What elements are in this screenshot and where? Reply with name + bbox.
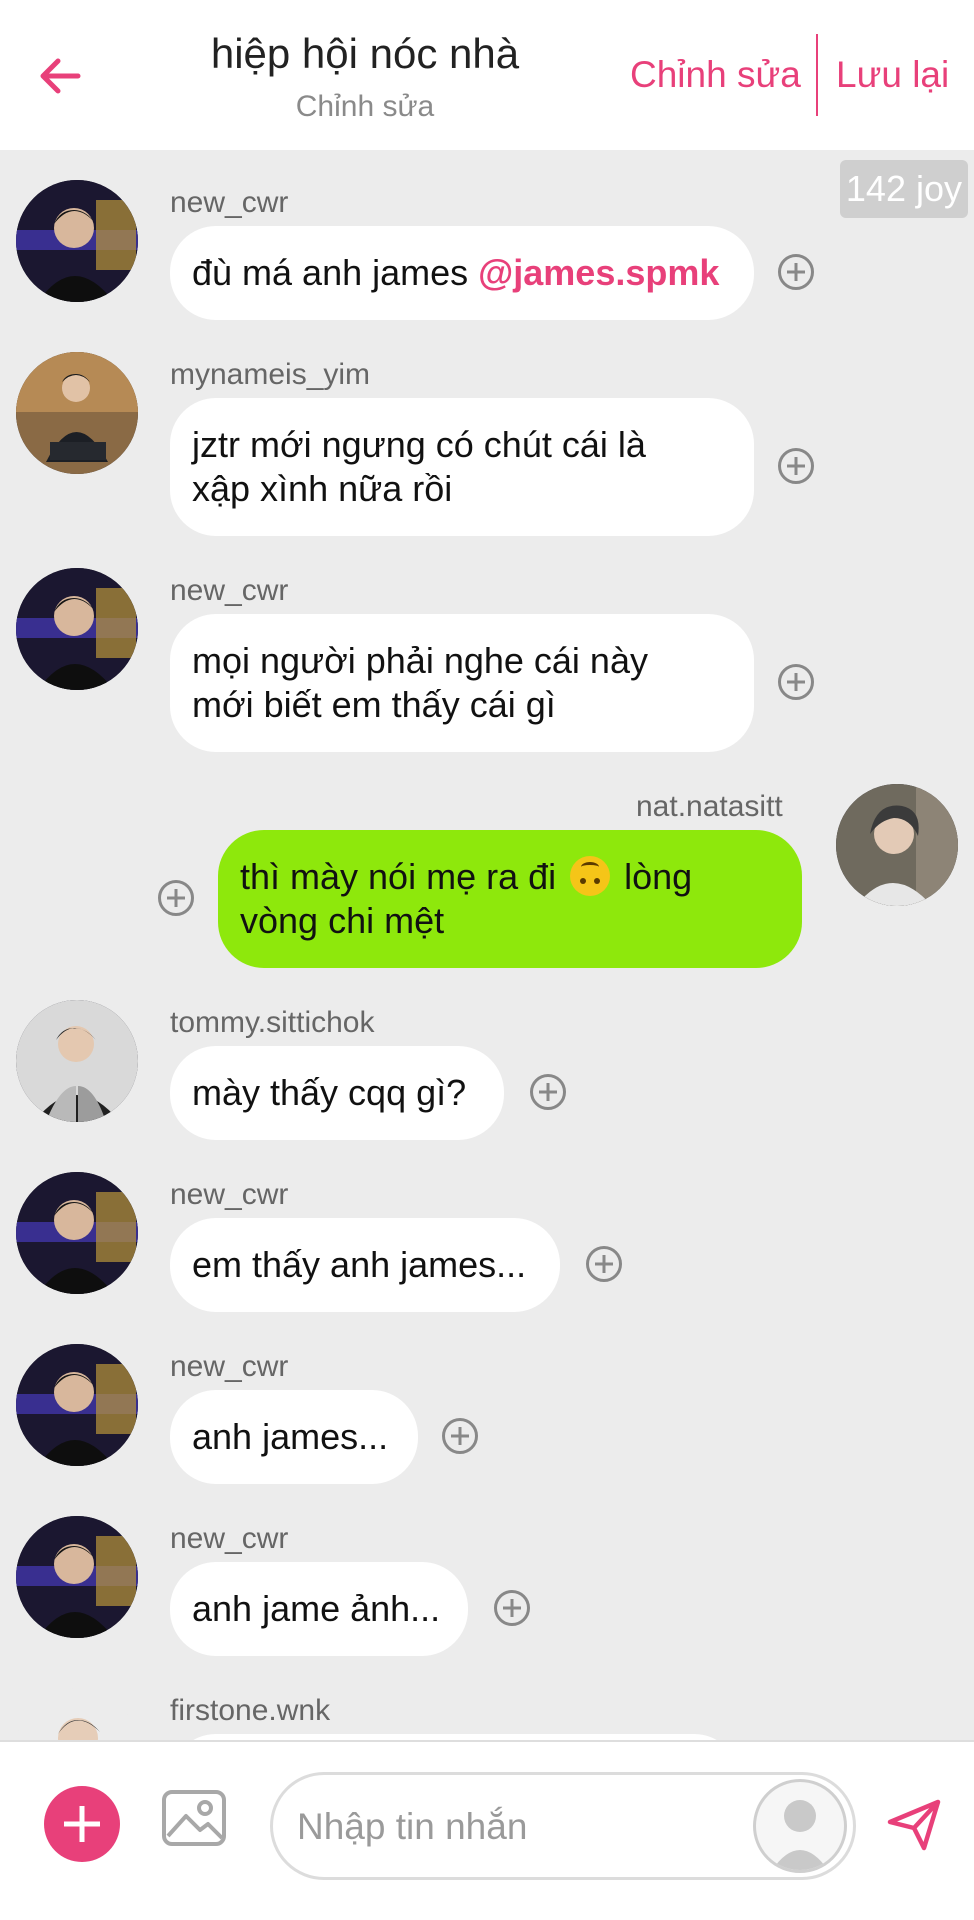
avatar[interactable] [836, 784, 958, 906]
user-silhouette-icon [772, 1800, 828, 1870]
react-plus-button[interactable] [530, 1074, 566, 1110]
message-text-line: jztr mới ngưng có chút cái là [192, 424, 646, 465]
message-input-container [270, 1772, 856, 1880]
message-text-line: mọi người phải nghe cái này [192, 640, 648, 681]
message-bubble[interactable]: mày thấy cqq gì? [170, 1046, 504, 1140]
react-plus-button[interactable] [442, 1418, 478, 1454]
message-bubble[interactable]: đù má anh james @james.spmk [170, 226, 754, 320]
avatar[interactable] [16, 352, 138, 474]
message-text-line: xập xình nữa rồi [192, 468, 453, 509]
message-text: anh jame ảnh... [192, 1588, 441, 1629]
message-text: lòng [614, 855, 693, 897]
avatar[interactable] [16, 1688, 138, 1740]
message-text-line: thì mày nói mẹ ra đi lòng [240, 855, 692, 899]
message-bubble[interactable]: mọi người phải nghe cái này mới biết em … [170, 614, 754, 752]
avatar[interactable] [16, 1344, 138, 1466]
react-plus-button[interactable] [778, 664, 814, 700]
message-input[interactable] [297, 1799, 717, 1855]
message-bubble[interactable]: anh james... [170, 1390, 418, 1484]
avatar[interactable] [16, 1172, 138, 1294]
chat-header: hiệp hội nóc nhà Chỉnh sửa Chỉnh sửa Lưu… [0, 0, 974, 150]
add-button[interactable] [44, 1786, 120, 1862]
avatar-picker-button[interactable] [753, 1779, 847, 1873]
react-plus-button[interactable] [494, 1590, 530, 1626]
back-button[interactable] [30, 46, 90, 106]
arrow-left-icon [40, 58, 81, 94]
message-bubble[interactable]: anh jame ảnh... [170, 1562, 468, 1656]
image-button[interactable] [160, 1784, 228, 1852]
message-username: new_cwr [170, 186, 289, 219]
message-text: đù má anh james [192, 252, 479, 293]
message-username: firstone.wnk [170, 1694, 331, 1727]
message-composer [0, 1740, 974, 1920]
react-plus-button[interactable] [586, 1246, 622, 1282]
message-bubble[interactable]: jztr mới ngưng có chút cái là xập xình n… [170, 398, 754, 536]
message-username: new_cwr [170, 1178, 289, 1211]
react-plus-button[interactable] [158, 880, 194, 916]
message-text: mày thấy cqq gì? [192, 1072, 467, 1113]
message-text-line: vòng chi mệt [240, 900, 445, 942]
send-icon [887, 1799, 941, 1851]
react-plus-button[interactable] [778, 448, 814, 484]
chat-area[interactable]: 142 joy new_cwr đù má anh james @james.s… [0, 150, 974, 1740]
message-username: nat.natasitt [636, 790, 783, 823]
joy-badge: 142 joy [839, 160, 968, 218]
react-plus-button[interactable] [778, 254, 814, 290]
message-text: anh james... [192, 1416, 389, 1457]
message-text: em thấy anh james... [192, 1244, 527, 1285]
avatar[interactable] [16, 180, 138, 302]
upside-down-face-icon [570, 856, 611, 897]
message-bubble[interactable]: em thấy anh james... [170, 1218, 560, 1312]
save-button[interactable]: Lưu lại [836, 54, 949, 96]
chat-subtitle: Chỉnh sửa [295, 90, 435, 123]
message-text: thì mày nói mẹ ra đi [240, 855, 567, 897]
message-username: new_cwr [170, 1522, 289, 1555]
chat-title: hiệp hội nóc nhà [210, 30, 520, 77]
avatar[interactable] [16, 1516, 138, 1638]
message-username: mynameis_yim [170, 358, 371, 391]
avatar[interactable] [16, 1000, 138, 1122]
message-text-line: mới biết em thấy cái gì [192, 684, 556, 725]
avatar[interactable] [16, 568, 138, 690]
message-username: new_cwr [170, 1350, 289, 1383]
send-button[interactable] [884, 1794, 944, 1854]
message-username: new_cwr [170, 574, 289, 607]
edit-button[interactable]: Chỉnh sửa [630, 54, 801, 96]
mention-link[interactable]: @james.spmk [478, 251, 719, 295]
header-divider [816, 34, 818, 116]
image-icon [162, 1790, 226, 1846]
message-username: tommy.sittichok [170, 1006, 375, 1039]
message-bubble[interactable]: thì mày nói mẹ ra đi lòng vòng chi mệt [218, 830, 802, 968]
